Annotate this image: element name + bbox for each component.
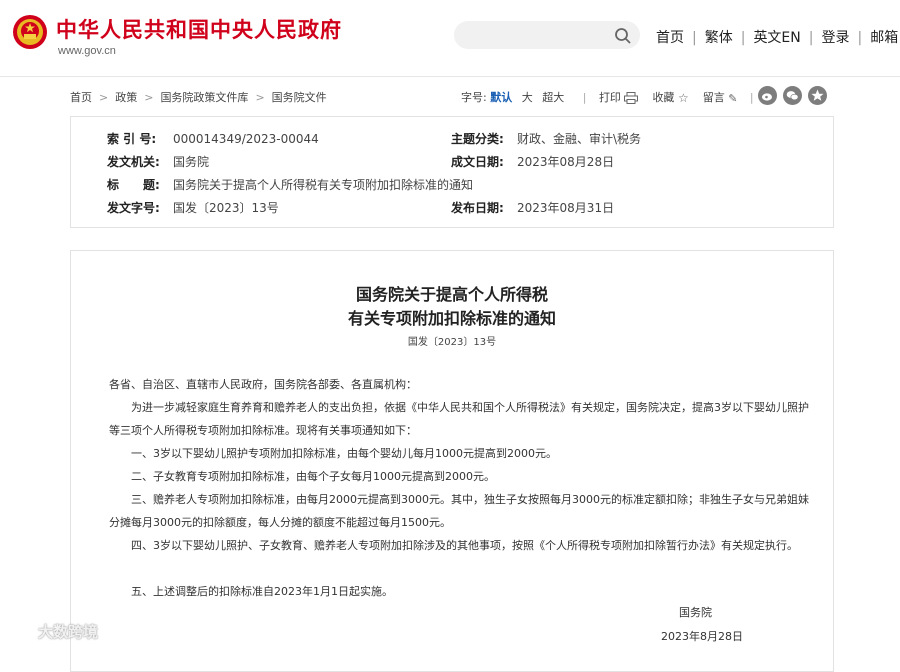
print-button[interactable]: 打印 (599, 91, 642, 104)
site-header: 中华人民共和国中央人民政府 www.gov.cn 首页 | 繁体 | 英文EN | 登录 | 邮… (0, 0, 900, 76)
national-emblem-icon[interactable] (12, 14, 48, 50)
signature-date: 2023年8月28日 (661, 630, 743, 643)
paragraph: 二、子女教育专项附加扣除标准，由每个子女每月1000元提高到2000元。 (131, 470, 495, 483)
site-domain: www.gov.cn (58, 45, 116, 57)
nav-separator: | (857, 30, 863, 46)
meta-title: 标 题: 国务院关于提高个人所得税有关专项附加扣除标准的通知 (107, 176, 473, 193)
favorite-button[interactable]: 收藏 ☆ (652, 91, 692, 105)
chevron-right-icon: > (144, 91, 154, 104)
font-size-label: 字号: (461, 91, 487, 104)
meta-label: 成文日期: (451, 155, 504, 169)
search-input[interactable] (466, 26, 610, 42)
article-body: 国务院关于提高个人所得税 有关专项附加扣除标准的通知 国发〔2023〕13号 各… (70, 250, 834, 672)
header-divider (0, 76, 900, 77)
salutation: 各省、自治区、直辖市人民政府，国务院各部委、各直属机构： (109, 378, 417, 391)
paragraph: 为进一步减轻家庭生育养育和赡养老人的支出负担，依据《中华人民共和国个人所得税法》… (109, 401, 809, 437)
breadcrumb-state-council-docs[interactable]: 国务院文件 (272, 91, 327, 104)
share-icons (758, 86, 833, 109)
meta-value: 2023年08月31日 (517, 201, 615, 215)
nav-separator: | (808, 30, 814, 46)
tool-separator: | (749, 91, 754, 104)
watermark-logo-icon (9, 625, 31, 640)
meta-label: 发文字号: (107, 201, 160, 215)
breadcrumb-policy-library[interactable]: 国务院政策文件库 (160, 91, 248, 104)
print-label: 打印 (598, 91, 621, 104)
meta-value: 国发〔2023〕13号 (173, 201, 279, 215)
comment-label: 留言 (702, 91, 725, 104)
meta-label: 索 引 号: (107, 132, 157, 146)
font-size-default[interactable]: 默认 (490, 91, 512, 104)
nav-home[interactable]: 首页 (656, 30, 684, 46)
watermark-text: 大数跨境 (38, 623, 99, 641)
paragraph: 四、3岁以下婴幼儿照护、子女教育、赡养老人专项附加扣除涉及的其他事项，按照《个人… (131, 539, 798, 552)
meta-issuer: 发文机关: 国务院 (107, 153, 209, 170)
font-size-xlarge[interactable]: 超大 (542, 91, 564, 104)
meta-doc-number: 发文字号: 国发〔2023〕13号 (107, 199, 279, 216)
meta-publish-date: 发布日期: 2023年08月31日 (451, 199, 614, 216)
site-title[interactable]: 中华人民共和国中央人民政府 (56, 14, 342, 44)
meta-value: 国务院关于提高个人所得税有关专项附加扣除标准的通知 (173, 178, 474, 192)
printer-icon (624, 92, 639, 104)
meta-index: 索 引 号: 000014349/2023-00044 (107, 130, 319, 147)
paragraph: 三、赡养老人专项附加扣除标准，由每月2000元提高到3000元。其中，独生子女按… (109, 493, 809, 529)
signature: 国务院 (679, 606, 712, 619)
meta-label: 主题分类: (451, 132, 504, 146)
nav-separator: | (740, 30, 746, 46)
breadcrumb: 首页 > 政策 > 国务院政策文件库 > 国务院文件 (70, 89, 327, 105)
star-share-icon[interactable] (808, 86, 827, 105)
font-size-large[interactable]: 大 (522, 91, 533, 104)
chevron-right-icon: > (99, 91, 109, 104)
watermark: 大数跨境 (8, 621, 98, 643)
document-metadata: 索 引 号: 000014349/2023-00044 主题分类: 财政、金融、审计… (70, 116, 834, 228)
nav-traditional[interactable]: 繁体 (705, 30, 733, 46)
meta-label: 标 题: (107, 178, 160, 192)
pen-icon: ✎ (728, 91, 738, 105)
search-icon[interactable] (614, 27, 632, 45)
wechat-icon[interactable] (783, 86, 802, 105)
favorite-label: 收藏 (652, 91, 675, 104)
tool-separator: | (582, 91, 587, 104)
weibo-icon[interactable] (758, 86, 777, 105)
paragraph: 五、上述调整后的扣除标准自2023年1月1日起实施。 (131, 585, 393, 598)
meta-value: 财政、金融、审计\税务 (517, 132, 642, 146)
nav-separator: | (692, 30, 697, 46)
top-nav: 首页 | 繁体 | 英文EN | 登录 | 邮箱 (656, 27, 898, 47)
article-title-line1: 国务院关于提高个人所得税 (355, 285, 548, 304)
meta-label: 发文机关: (107, 155, 160, 169)
meta-value: 000014349/2023-00044 (173, 132, 319, 146)
meta-value: 国务院 (173, 155, 210, 169)
meta-value: 2023年08月28日 (517, 155, 615, 169)
article-tools: 字号: 默认 大 超大 | 打印 收藏 ☆ 留言 ✎ | (461, 89, 763, 105)
meta-written-date: 成文日期: 2023年08月28日 (451, 153, 614, 170)
search-box[interactable] (454, 21, 640, 49)
paragraph: 一、3岁以下婴幼儿照护专项附加扣除标准，由每个婴幼儿每月1000元提高到2000… (131, 447, 557, 460)
star-icon: ☆ (677, 91, 689, 105)
article-doc-number: 国发〔2023〕13号 (407, 337, 497, 348)
chevron-right-icon: > (255, 91, 265, 104)
meta-label: 发布日期: (451, 201, 504, 215)
nav-mail[interactable]: 邮箱 (870, 30, 898, 46)
breadcrumb-home[interactable]: 首页 (70, 91, 92, 104)
article-title-line2: 有关专项附加扣除标准的通知 (347, 309, 556, 328)
meta-category: 主题分类: 财政、金融、审计\税务 (451, 130, 641, 147)
nav-login[interactable]: 登录 (821, 30, 849, 46)
breadcrumb-policy[interactable]: 政策 (115, 91, 137, 104)
nav-english[interactable]: 英文EN (753, 30, 800, 46)
comment-button[interactable]: 留言 ✎ (702, 91, 741, 105)
